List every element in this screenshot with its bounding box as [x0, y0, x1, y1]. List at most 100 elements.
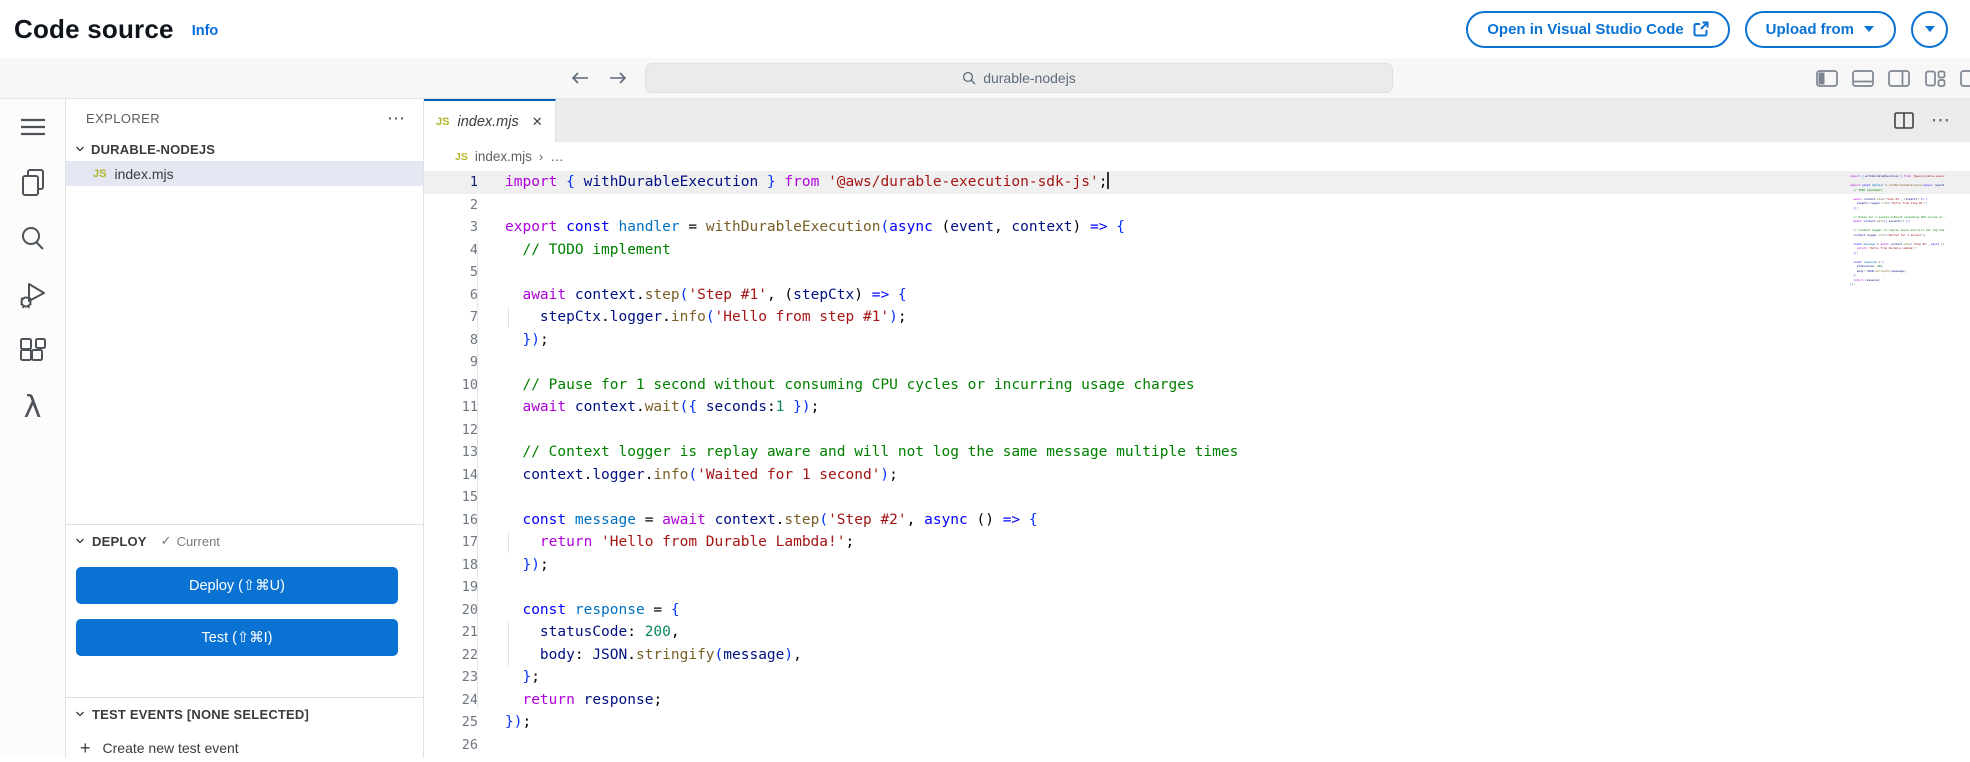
code-line[interactable]: 16 const message = await context.step('S… [424, 509, 1970, 532]
caret-down-icon [1924, 25, 1936, 33]
info-link[interactable]: Info [192, 23, 219, 39]
line-number: 18 [424, 554, 478, 577]
toggle-secondary-sidebar-icon[interactable] [1888, 70, 1910, 87]
chevron-down-icon [74, 708, 86, 720]
explorer-icon[interactable] [0, 155, 65, 211]
line-number: 8 [424, 329, 478, 352]
code-line[interactable]: 13 // Context logger is replay aware and… [424, 441, 1970, 464]
code-line[interactable]: 1import { withDurableExecution } from '@… [424, 171, 1970, 194]
activity-bar: λ [0, 99, 66, 758]
editor-title-bar: durable-nodejs [0, 58, 1970, 99]
code-line[interactable]: 20 const response = { [424, 599, 1970, 622]
line-number: 22 [424, 644, 478, 667]
menu-icon[interactable] [0, 99, 65, 155]
line-number: 16 [424, 509, 478, 532]
line-number: 5 [424, 261, 478, 284]
line-number: 24 [424, 689, 478, 712]
line-number: 7 [424, 306, 478, 329]
indent-guide [477, 240, 478, 709]
line-number: 19 [424, 576, 478, 599]
command-center-search[interactable]: durable-nodejs [645, 63, 1393, 93]
code-editor[interactable]: 1 import { withDurableExecution } from '@… [424, 171, 1970, 758]
code-line[interactable]: 23 }; [424, 666, 1970, 689]
code-line[interactable]: 15 [424, 486, 1970, 509]
js-file-icon: JS [455, 151, 468, 163]
breadcrumb: JS index.mjs › … [424, 142, 1970, 171]
code-line[interactable]: 3export const handler = withDurableExecu… [424, 216, 1970, 239]
code-line[interactable]: 24 return response; [424, 689, 1970, 712]
plus-icon: + [80, 738, 91, 759]
code-line[interactable]: 7 stepCtx.logger.info('Hello from step #… [424, 306, 1970, 329]
minimap[interactable]: import { withDurableExecution } from '@a… [1850, 174, 1945, 299]
external-link-icon [1693, 21, 1709, 37]
open-in-vscode-button[interactable]: Open in Visual Studio Code [1466, 11, 1729, 48]
code-line[interactable]: 11 await context.wait({ seconds:1 }); [424, 396, 1970, 419]
code-line[interactable]: 12 [424, 419, 1970, 442]
code-line[interactable]: 6 await context.step('Step #1', (stepCtx… [424, 284, 1970, 307]
code-source-header: Code source Info Open in Visual Studio C… [0, 0, 1970, 58]
line-number: 26 [424, 734, 478, 757]
line-number: 21 [424, 621, 478, 644]
split-editor-icon[interactable] [1894, 112, 1914, 129]
deploy-section-header[interactable]: DEPLOY ✓ Current [66, 525, 423, 557]
code-line[interactable]: 8 }); [424, 329, 1970, 352]
explorer-more-icon[interactable]: ⋯ [387, 109, 405, 127]
code-line[interactable]: 10 // Pause for 1 second without consumi… [424, 374, 1970, 397]
code-line[interactable]: 9 [424, 351, 1970, 374]
code-line[interactable]: 4 // TODO implement [424, 239, 1970, 262]
code-line[interactable]: 21 statusCode: 200, [424, 621, 1970, 644]
customize-layout-icon[interactable] [1924, 70, 1946, 87]
code-line[interactable]: 14 context.logger.info('Waited for 1 sec… [424, 464, 1970, 487]
aws-lambda-icon[interactable]: λ [0, 379, 65, 435]
close-tab-icon[interactable]: ✕ [532, 114, 543, 130]
deploy-section: DEPLOY ✓ Current Deploy (⇧⌘U) Test (⇧⌘I) [66, 524, 423, 656]
go-forward-icon[interactable] [608, 70, 628, 86]
breadcrumb-separator: › [539, 149, 543, 164]
line-number: 13 [424, 441, 478, 464]
line-number: 20 [424, 599, 478, 622]
code-line[interactable]: 26 [424, 734, 1970, 757]
extensions-icon[interactable] [0, 323, 65, 379]
run-debug-icon[interactable] [0, 267, 65, 323]
code-lines: 1 import { withDurableExecution } from '@… [424, 171, 1970, 756]
breadcrumb-file[interactable]: index.mjs [475, 149, 532, 164]
search-icon[interactable] [0, 211, 65, 267]
test-events-section: TEST EVENTS [NONE SELECTED] + Create new… [66, 697, 423, 762]
line-number: 1 [424, 171, 478, 194]
caret-down-icon [1863, 25, 1875, 33]
screen-mode-icon[interactable] [1960, 70, 1970, 87]
upload-from-button[interactable]: Upload from [1745, 11, 1896, 48]
line-number: 3 [424, 216, 478, 239]
search-icon [962, 71, 976, 85]
code-line[interactable]: 19 [424, 576, 1970, 599]
code-line[interactable]: 22 body: JSON.stringify(message), [424, 644, 1970, 667]
file-row-index-mjs[interactable]: JS index.mjs [66, 161, 423, 186]
more-actions-dropdown-button[interactable] [1911, 11, 1948, 48]
editor-pane: JS index.mjs ✕ ⋯ JS index.mjs › … 1 impor… [424, 99, 1970, 758]
deploy-status: ✓ Current [161, 533, 220, 549]
deploy-button[interactable]: Deploy (⇧⌘U) [76, 567, 398, 604]
tab-index-mjs[interactable]: JS index.mjs ✕ [424, 99, 556, 142]
breadcrumb-symbol[interactable]: … [550, 149, 564, 164]
line-number: 2 [424, 194, 478, 217]
test-button[interactable]: Test (⇧⌘I) [76, 619, 398, 656]
chevron-down-icon [74, 143, 86, 155]
line-number: 25 [424, 711, 478, 734]
code-line[interactable]: 2 [424, 194, 1970, 217]
code-line[interactable]: 5 [424, 261, 1970, 284]
deploy-status-text: Current [177, 534, 220, 549]
indent-guide [508, 307, 509, 328]
toggle-primary-sidebar-icon[interactable] [1816, 70, 1838, 87]
go-back-icon[interactable] [570, 70, 590, 86]
code-line[interactable]: 18 }); [424, 554, 1970, 577]
deploy-title: DEPLOY [92, 534, 147, 549]
line-number: 6 [424, 284, 478, 307]
folder-row-durable-nodejs[interactable]: DURABLE-NODEJS [66, 137, 423, 161]
code-line[interactable]: 25}); [424, 711, 1970, 734]
line-number: 12 [424, 419, 478, 442]
test-events-section-header[interactable]: TEST EVENTS [NONE SELECTED] [66, 698, 423, 730]
code-line[interactable]: 17 return 'Hello from Durable Lambda!'; [424, 531, 1970, 554]
js-file-icon: JS [436, 116, 449, 128]
editor-more-actions-icon[interactable]: ⋯ [1931, 111, 1950, 130]
toggle-panel-icon[interactable] [1852, 70, 1874, 87]
